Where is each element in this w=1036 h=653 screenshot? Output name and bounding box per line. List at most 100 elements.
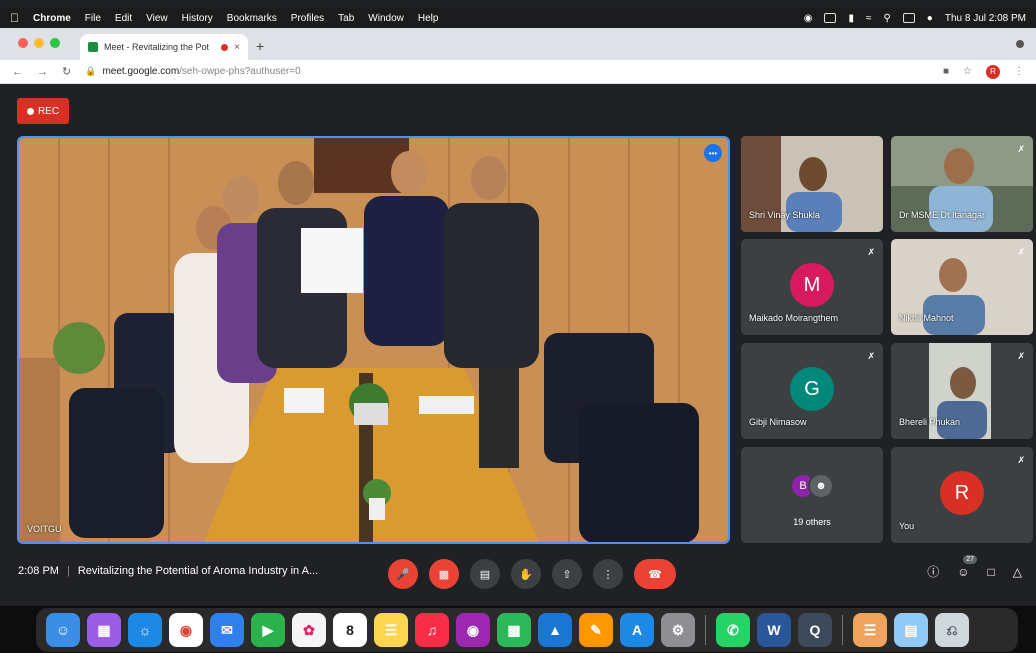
battery-icon[interactable]: ▮ (848, 13, 854, 24)
camera-toggle-button[interactable]: ▩ (429, 559, 459, 589)
forward-button[interactable]: → (37, 66, 48, 78)
pages-icon[interactable]: ✎ (579, 613, 613, 647)
participant-tile[interactable]: ✗ Nikhil Mahnot (891, 239, 1033, 335)
participant-tile[interactable]: ✗ M Maikado Moirangthem (741, 239, 883, 335)
safari-icon[interactable]: ☼ (128, 613, 162, 647)
meeting-info-button[interactable]: ⓘ (927, 563, 939, 580)
browser-toolbar: ← → ↻ 🔒 meet.google.com/seh-owpe-phs?aut… (0, 60, 1036, 84)
close-tab-button[interactable]: × (234, 42, 240, 53)
self-avatar: R (940, 471, 984, 515)
address-bar[interactable]: meet.google.com/seh-owpe-phs?authuser=0 (102, 66, 300, 77)
recording-indicator-icon (221, 43, 229, 51)
menu-view[interactable]: View (146, 13, 168, 24)
siri-icon[interactable]: ● (927, 13, 933, 24)
new-tab-button[interactable]: + (256, 38, 264, 54)
more-options-button[interactable]: ⋮ (593, 559, 623, 589)
calendar-icon[interactable]: 8 (333, 613, 367, 647)
activities-button[interactable]: △ (1013, 565, 1022, 579)
participant-name: Maikado Moirangthem (749, 313, 839, 323)
documents-stack-icon[interactable]: ▤ (894, 613, 928, 647)
people-button[interactable]: ☺ 27 (957, 554, 978, 579)
menu-window[interactable]: Window (368, 13, 404, 24)
leave-call-button[interactable]: ☎ (634, 559, 676, 589)
menu-history[interactable]: History (182, 13, 213, 24)
self-tile[interactable]: ✗ R You (891, 447, 1033, 543)
app-store-icon[interactable]: A (620, 613, 654, 647)
notes-icon[interactable]: ☰ (374, 613, 408, 647)
participant-tile[interactable]: ✗ Dr MSME Dt Itanagar (891, 136, 1033, 232)
back-button[interactable]: ← (12, 66, 23, 78)
menu-tab[interactable]: Tab (338, 13, 354, 24)
finder-icon[interactable]: ☺ (46, 613, 80, 647)
menu-chrome[interactable]: Chrome (33, 13, 71, 24)
apple-icon[interactable]:  (10, 11, 19, 25)
downloads-stack-icon[interactable]: ☰ (853, 613, 887, 647)
numbers-icon[interactable]: ▩ (497, 613, 531, 647)
mic-off-icon: ✗ (1017, 455, 1025, 465)
keynote-icon[interactable]: ▲ (538, 613, 572, 647)
word-icon[interactable]: W (757, 613, 791, 647)
present-screen-button[interactable]: ⇧ (552, 559, 582, 589)
reload-button[interactable]: ↻ (62, 65, 71, 78)
camera-in-use-icon[interactable]: ■ (943, 66, 949, 77)
participant-name: Bhereli Phukan (899, 417, 961, 427)
others-tile[interactable]: B ☻ 19 others (741, 447, 883, 543)
display-icon[interactable] (824, 13, 837, 23)
screen-record-icon[interactable]: ◉ (804, 13, 813, 24)
meeting-time: 2:08 PM (18, 565, 59, 577)
wifi-icon[interactable]: ≈ (866, 13, 872, 24)
podcasts-icon[interactable]: ◉ (456, 613, 490, 647)
rec-dot-icon (26, 107, 34, 115)
lock-icon[interactable]: 🔒 (85, 66, 96, 77)
minimize-window-button[interactable] (34, 38, 44, 48)
chat-button[interactable]: □ (988, 565, 995, 579)
mic-off-icon: ✗ (1017, 247, 1025, 257)
photos-icon[interactable]: ✿ (292, 613, 326, 647)
menu-edit[interactable]: Edit (115, 13, 132, 24)
participant-tile[interactable]: Shri Vinay Shukla (741, 136, 883, 232)
participant-name: Gibji Nimasow (749, 417, 807, 427)
chrome-icon[interactable]: ◉ (169, 613, 203, 647)
active-speaker-icon[interactable]: ••• (704, 144, 722, 162)
screen:  Chrome File Edit View History Bookmark… (0, 0, 1036, 653)
participant-count-badge: 27 (963, 554, 978, 564)
browser-menu-dot-icon[interactable] (1016, 40, 1024, 48)
profile-avatar[interactable]: R (986, 64, 1000, 79)
zoom-window-button[interactable] (50, 38, 60, 48)
captions-button[interactable]: ▤ (470, 559, 500, 589)
recording-badge: REC (17, 98, 69, 124)
spotlight-icon[interactable]: ⚲ (883, 13, 890, 24)
whatsapp-icon[interactable]: ✆ (716, 613, 750, 647)
launchpad-icon[interactable]: ▦ (87, 613, 121, 647)
meet-stage: REC ••• VOITGU Shri Vinay Shukla ✗ Dr MS… (0, 85, 1036, 606)
control-center-icon[interactable] (902, 13, 915, 23)
main-speaker-video[interactable]: ••• VOITGU (17, 136, 730, 544)
bookmark-star-icon[interactable]: ☆ (963, 66, 972, 77)
music-icon[interactable]: ♫ (415, 613, 449, 647)
participant-tile[interactable]: ✗ G Gibji Nimasow (741, 343, 883, 439)
raise-hand-button[interactable]: ✋ (511, 559, 541, 589)
participant-tile[interactable]: ✗ Bhereli Phukan (891, 343, 1033, 439)
menubar-clock[interactable]: Thu 8 Jul 2:08 PM (945, 13, 1026, 24)
menu-bookmarks[interactable]: Bookmarks (227, 13, 277, 24)
system-preferences-icon[interactable]: ⚙ (661, 613, 695, 647)
meeting-title[interactable]: Revitalizing the Potential of Aroma Indu… (78, 565, 318, 577)
dock-separator (842, 615, 843, 645)
side-controls: ⓘ ☺ 27 □ △ (927, 554, 1022, 580)
mic-off-icon: ✗ (867, 351, 875, 361)
meeting-details: 2:08 PM | Revitalizing the Potential of Ar… (18, 565, 318, 577)
chrome-tab-strip: Meet - Revitalizing the Pot × + (0, 28, 1036, 60)
close-window-button[interactable] (18, 38, 28, 48)
menu-file[interactable]: File (85, 13, 101, 24)
menu-help[interactable]: Help (418, 13, 439, 24)
facetime-icon[interactable]: ▶ (251, 613, 285, 647)
separator: | (66, 565, 70, 577)
self-name: You (899, 521, 915, 531)
trash-icon[interactable]: ⎌ (935, 613, 969, 647)
tab-meet[interactable]: Meet - Revitalizing the Pot × (80, 34, 248, 60)
mic-toggle-button[interactable]: 🎤 (388, 559, 418, 589)
menu-profiles[interactable]: Profiles (291, 13, 324, 24)
mail-icon[interactable]: ✉ (210, 613, 244, 647)
quicktime-icon[interactable]: Q (798, 613, 832, 647)
chrome-menu-icon[interactable]: ⋮ (1014, 66, 1024, 77)
